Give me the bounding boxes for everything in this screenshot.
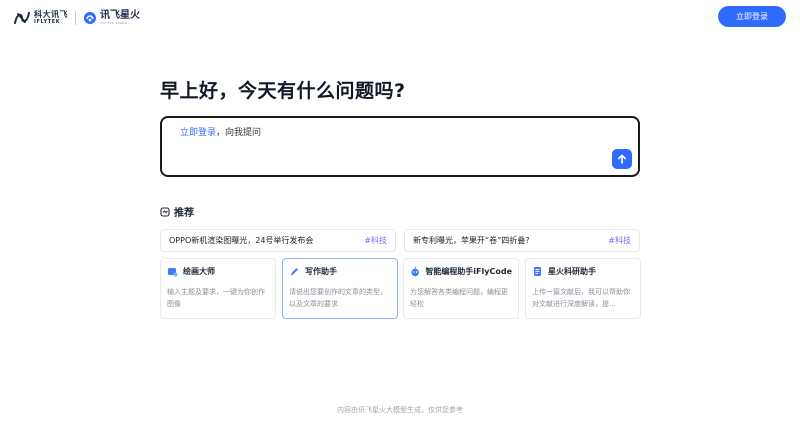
logo-iflytek-cn: 科大讯飞 — [34, 10, 68, 19]
news-card[interactable]: 新专利曝光，苹果开“卷”四折叠? #科技 — [404, 229, 640, 252]
logo-group[interactable]: 科大讯飞 IFLYTEK 讯飞星火 iFLYTEK SPARK — [13, 9, 140, 27]
robot-icon — [411, 266, 419, 277]
tool-card-writing[interactable]: 写作助手 请说出您要创作的文章的类型，以及文章的要求 — [282, 258, 398, 319]
pen-icon — [290, 268, 298, 276]
send-button[interactable] — [612, 149, 632, 169]
logo-spark-en: iFLYTEK SPARK — [100, 21, 128, 25]
greeting-title: 早上好，今天有什么问题吗? — [160, 80, 406, 102]
news-title: OPPO新机渲染图曝光，24号举行发布会 — [169, 236, 314, 245]
tool-desc: 上传一篇文献后，我可以帮助你对文献进行深度解读，提... — [532, 288, 630, 308]
login-button[interactable]: 立即登录 — [718, 6, 786, 27]
iflytek-logo-icon — [14, 12, 30, 24]
logo-spark-cn: 讯飞星火 — [100, 10, 140, 21]
tool-desc: 请说出您要创作的文章的类型，以及文章的要求 — [289, 288, 387, 308]
tool-desc: 为您解答各类编程问题，编程更轻松 — [410, 288, 508, 308]
news-title: 新专利曝光，苹果开“卷”四折叠? — [413, 236, 530, 245]
document-icon — [534, 267, 541, 276]
spark-logo-icon — [84, 12, 96, 24]
question-input[interactable]: 立即登录，向我提问 — [160, 116, 640, 177]
input-login-link[interactable]: 立即登录 — [180, 128, 216, 138]
recommend-title: 推荐 — [174, 208, 194, 219]
input-prompt-text: ，向我提问 — [216, 128, 262, 138]
tool-card-research[interactable]: 星火科研助手 上传一篇文献后，我可以帮助你对文献进行深度解读，提... — [525, 258, 641, 319]
header: 科大讯飞 IFLYTEK 讯飞星火 iFLYTEK SPARK 立即登录 — [0, 0, 800, 34]
tool-card-coding[interactable]: 智能编程助手iFlyCode 为您解答各类编程问题，编程更轻松 — [403, 258, 519, 319]
logo-iflytek-en: IFLYTEK — [34, 19, 61, 25]
iflytek-logo: 科大讯飞 IFLYTEK — [13, 11, 68, 25]
recommend-heading: 推荐 — [160, 204, 194, 219]
footer-disclaimer: 内容由讯飞星火大模型生成，仅供您参考 — [337, 406, 463, 414]
logo-divider — [75, 11, 76, 25]
tool-card-paint[interactable]: 绘画大师 输入主题及要求，一键为你创作图像 — [160, 258, 276, 319]
news-card[interactable]: OPPO新机渲染图曝光，24号举行发布会 #科技 — [160, 229, 396, 252]
recommend-icon — [160, 206, 170, 217]
input-placeholder: 立即登录，向我提问 — [180, 125, 261, 138]
tool-name: 写作助手 — [305, 267, 337, 276]
spark-logo: 讯飞星火 iFLYTEK SPARK — [83, 11, 140, 25]
tool-name: 星火科研助手 — [548, 267, 596, 276]
tool-desc: 输入主题及要求，一键为你创作图像 — [167, 288, 265, 308]
arrow-up-icon — [618, 154, 626, 164]
paint-icon — [168, 268, 178, 277]
tool-name: 绘画大师 — [183, 267, 215, 276]
news-tag: #科技 — [364, 236, 387, 245]
tool-name: 智能编程助手iFlyCode — [425, 267, 512, 276]
news-tag: #科技 — [608, 236, 631, 245]
page: 科大讯飞 IFLYTEK 讯飞星火 iFLYTEK SPARK 立即登录 早上好… — [0, 0, 800, 423]
